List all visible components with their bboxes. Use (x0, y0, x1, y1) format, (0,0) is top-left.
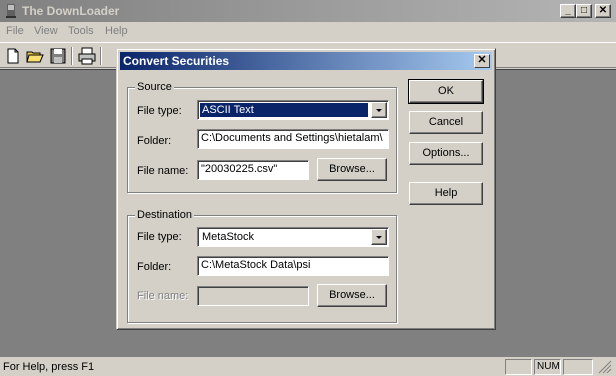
destination-folder-field[interactable]: C:\MetaStock Data\psi (197, 256, 389, 276)
menu-view[interactable]: View (34, 25, 58, 37)
open-folder-icon[interactable] (25, 46, 45, 66)
chevron-down-icon[interactable] (371, 102, 387, 118)
save-icon[interactable] (48, 46, 68, 66)
status-bar: For Help, press F1 NUM (0, 358, 616, 376)
source-file-name-field[interactable]: "20030225.csv" (197, 160, 309, 180)
source-group-label: Source (135, 81, 174, 93)
source-folder-field[interactable]: C:\Documents and Settings\hietalam\ (197, 129, 389, 149)
destination-browse-button[interactable]: Browse... (317, 284, 387, 307)
menu-tools[interactable]: Tools (68, 25, 94, 37)
cancel-button[interactable]: Cancel (409, 111, 483, 134)
new-file-icon[interactable] (3, 46, 23, 66)
destination-file-type-combo[interactable]: MetaStock (197, 227, 389, 247)
source-file-type-value: ASCII Text (200, 103, 368, 117)
status-pane-num: NUM (534, 359, 561, 375)
ok-button[interactable]: OK (408, 79, 484, 104)
app-title-bar[interactable]: The DownLoader _ □ ✕ (0, 0, 616, 22)
status-pane-cap (505, 359, 532, 375)
source-file-type-combo[interactable]: ASCII Text (197, 100, 389, 120)
source-file-type-label: File type: (137, 105, 182, 117)
dialog-title: Convert Securities (123, 54, 230, 68)
destination-file-name-field (197, 286, 309, 306)
destination-group-label: Destination (135, 209, 195, 221)
dialog-title-bar[interactable]: Convert Securities ✕ (120, 52, 492, 70)
maximize-button[interactable]: □ (576, 4, 592, 18)
destination-folder-label: Folder: (137, 261, 172, 273)
minimize-button[interactable]: _ (560, 4, 576, 18)
destination-file-type-label: File type: (137, 231, 182, 243)
close-button[interactable]: ✕ (595, 4, 611, 18)
help-button[interactable]: Help (409, 182, 483, 205)
source-browse-button[interactable]: Browse... (317, 158, 387, 181)
source-file-name-label: File name: (137, 165, 189, 177)
print-icon[interactable] (77, 46, 97, 66)
options-button[interactable]: Options... (409, 142, 483, 165)
status-pane-scrl (563, 359, 593, 375)
dialog-close-button[interactable]: ✕ (474, 54, 490, 68)
destination-file-type-value: MetaStock (202, 231, 254, 243)
resize-grip-icon[interactable] (598, 360, 612, 374)
toolbar-separator (71, 47, 73, 65)
menu-bar: File View Tools Help (0, 22, 616, 41)
menu-help[interactable]: Help (105, 25, 128, 37)
destination-file-name-label: File name: (137, 290, 189, 302)
menu-file[interactable]: File (6, 25, 24, 37)
toolbar-separator (100, 47, 102, 65)
status-text: For Help, press F1 (3, 361, 95, 373)
convert-securities-dialog: Convert Securities ✕ Source File type: A… (116, 48, 496, 330)
chevron-down-icon[interactable] (371, 229, 387, 245)
app-title: The DownLoader (22, 4, 120, 18)
source-folder-label: Folder: (137, 135, 172, 147)
downloader-app-icon (6, 4, 16, 18)
